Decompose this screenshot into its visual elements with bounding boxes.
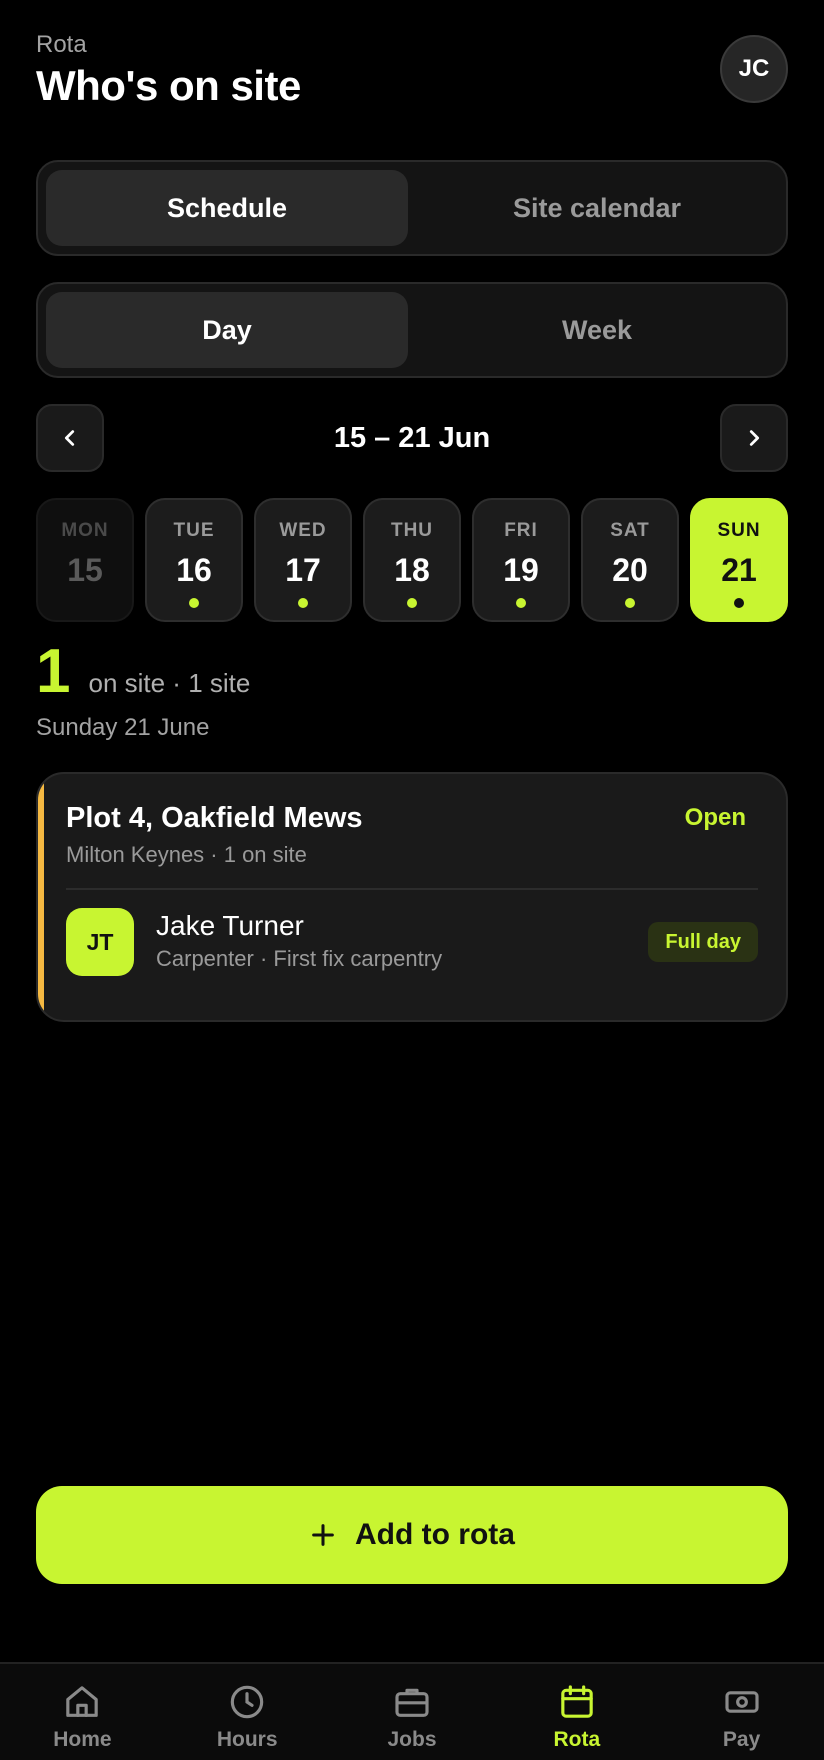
nav-label: Rota — [553, 1728, 601, 1751]
chevron-right-icon — [749, 430, 760, 446]
clock-icon — [230, 1685, 264, 1719]
cash-icon — [724, 1691, 759, 1713]
worker-avatar: JT — [66, 908, 134, 976]
week-range-label: 15 – 21 Jun — [333, 421, 491, 454]
day-sun-21[interactable]: SUN 21 — [690, 498, 788, 622]
home-icon — [66, 1686, 99, 1717]
site-card[interactable]: Plot 4, Oakfield Mews Open Milton Keynes… — [36, 772, 788, 1022]
site-name: Plot 4, Oakfield Mews — [66, 802, 363, 834]
day-strip: MON 15 TUE 16 WED 17 THU 18 FRI 19 SAT 2… — [36, 498, 788, 622]
site-meta: Milton Keynes · 1 on site — [66, 842, 307, 867]
plus-icon — [312, 1524, 334, 1546]
day-number: 20 — [612, 552, 648, 588]
day-of-week: SUN — [717, 520, 761, 541]
day-sat-20[interactable]: SAT 20 — [581, 498, 679, 622]
week-navigation: 15 – 21 Jun — [36, 404, 788, 472]
day-of-week: TUE — [173, 520, 215, 541]
calendar-icon — [561, 1685, 593, 1718]
day-mon-15[interactable]: MON 15 — [36, 498, 134, 622]
view-toggle: Schedule Site calendar — [36, 160, 788, 256]
activity-dot — [80, 598, 90, 608]
tab-week[interactable]: Week — [416, 292, 778, 368]
day-of-week: THU — [390, 520, 434, 541]
day-number: 19 — [503, 552, 539, 588]
activity-dot — [734, 598, 744, 608]
nav-label: Pay — [722, 1728, 761, 1751]
on-site-summary-text: on site · 1 site — [88, 668, 251, 698]
activity-dot — [298, 598, 308, 608]
shift-badge: Full day — [648, 922, 758, 962]
activity-dot — [189, 598, 199, 608]
nav-label: Home — [53, 1728, 112, 1751]
tab-schedule[interactable]: Schedule — [46, 170, 408, 246]
add-to-rota-label: Add to rota — [355, 1518, 515, 1551]
bottom-navigation: Home Hours Jobs Rota Pay — [0, 1662, 824, 1760]
day-tue-16[interactable]: TUE 16 — [145, 498, 243, 622]
day-of-week: WED — [279, 520, 327, 541]
site-status-badge: Open — [684, 804, 746, 831]
day-number: 16 — [176, 552, 212, 588]
day-fri-19[interactable]: FRI 19 — [472, 498, 570, 622]
day-number: 18 — [394, 552, 430, 588]
nav-pay[interactable]: Pay — [659, 1664, 824, 1760]
day-thu-18[interactable]: THU 18 — [363, 498, 461, 622]
section-eyebrow: Rota — [36, 31, 87, 58]
day-wed-17[interactable]: WED 17 — [254, 498, 352, 622]
nav-hours[interactable]: Hours — [165, 1664, 330, 1760]
nav-rota[interactable]: Rota — [494, 1664, 659, 1760]
tab-site-calendar[interactable]: Site calendar — [416, 170, 778, 246]
briefcase-icon — [395, 1688, 429, 1717]
nav-jobs[interactable]: Jobs — [330, 1664, 495, 1760]
day-number: 17 — [285, 552, 321, 588]
page-title: Who's on site — [36, 62, 301, 109]
activity-dot — [625, 598, 635, 608]
activity-dot — [407, 598, 417, 608]
day-of-week: FRI — [504, 520, 538, 541]
day-of-week: MON — [61, 520, 109, 541]
range-toggle: Day Week — [36, 282, 788, 378]
day-number: 15 — [67, 552, 103, 588]
rota-screen: Rota Who's on site JC Schedule Site cale… — [0, 0, 824, 1760]
on-site-summary: 1 on site · 1 site — [36, 640, 251, 704]
worker-role: Carpenter · First fix carpentry — [156, 946, 443, 971]
day-number: 21 — [721, 552, 757, 588]
header: Rota Who's on site JC — [36, 30, 788, 110]
nav-label: Hours — [216, 1728, 278, 1751]
next-week-button[interactable] — [720, 404, 788, 472]
chevron-left-icon — [64, 430, 75, 446]
nav-home[interactable]: Home — [0, 1664, 165, 1760]
worker-name[interactable]: Jake Turner — [156, 910, 304, 942]
previous-week-button[interactable] — [36, 404, 104, 472]
selected-date-label: Sunday 21 June — [36, 714, 210, 741]
on-site-count: 1 — [36, 637, 71, 706]
nav-label: Jobs — [387, 1728, 437, 1751]
divider — [66, 888, 758, 890]
day-of-week: SAT — [610, 520, 650, 541]
user-avatar[interactable]: JC — [720, 35, 788, 103]
activity-dot — [516, 598, 526, 608]
tab-day[interactable]: Day — [46, 292, 408, 368]
add-to-rota-button[interactable]: Add to rota — [36, 1486, 788, 1584]
site-accent-bar — [38, 774, 44, 1020]
